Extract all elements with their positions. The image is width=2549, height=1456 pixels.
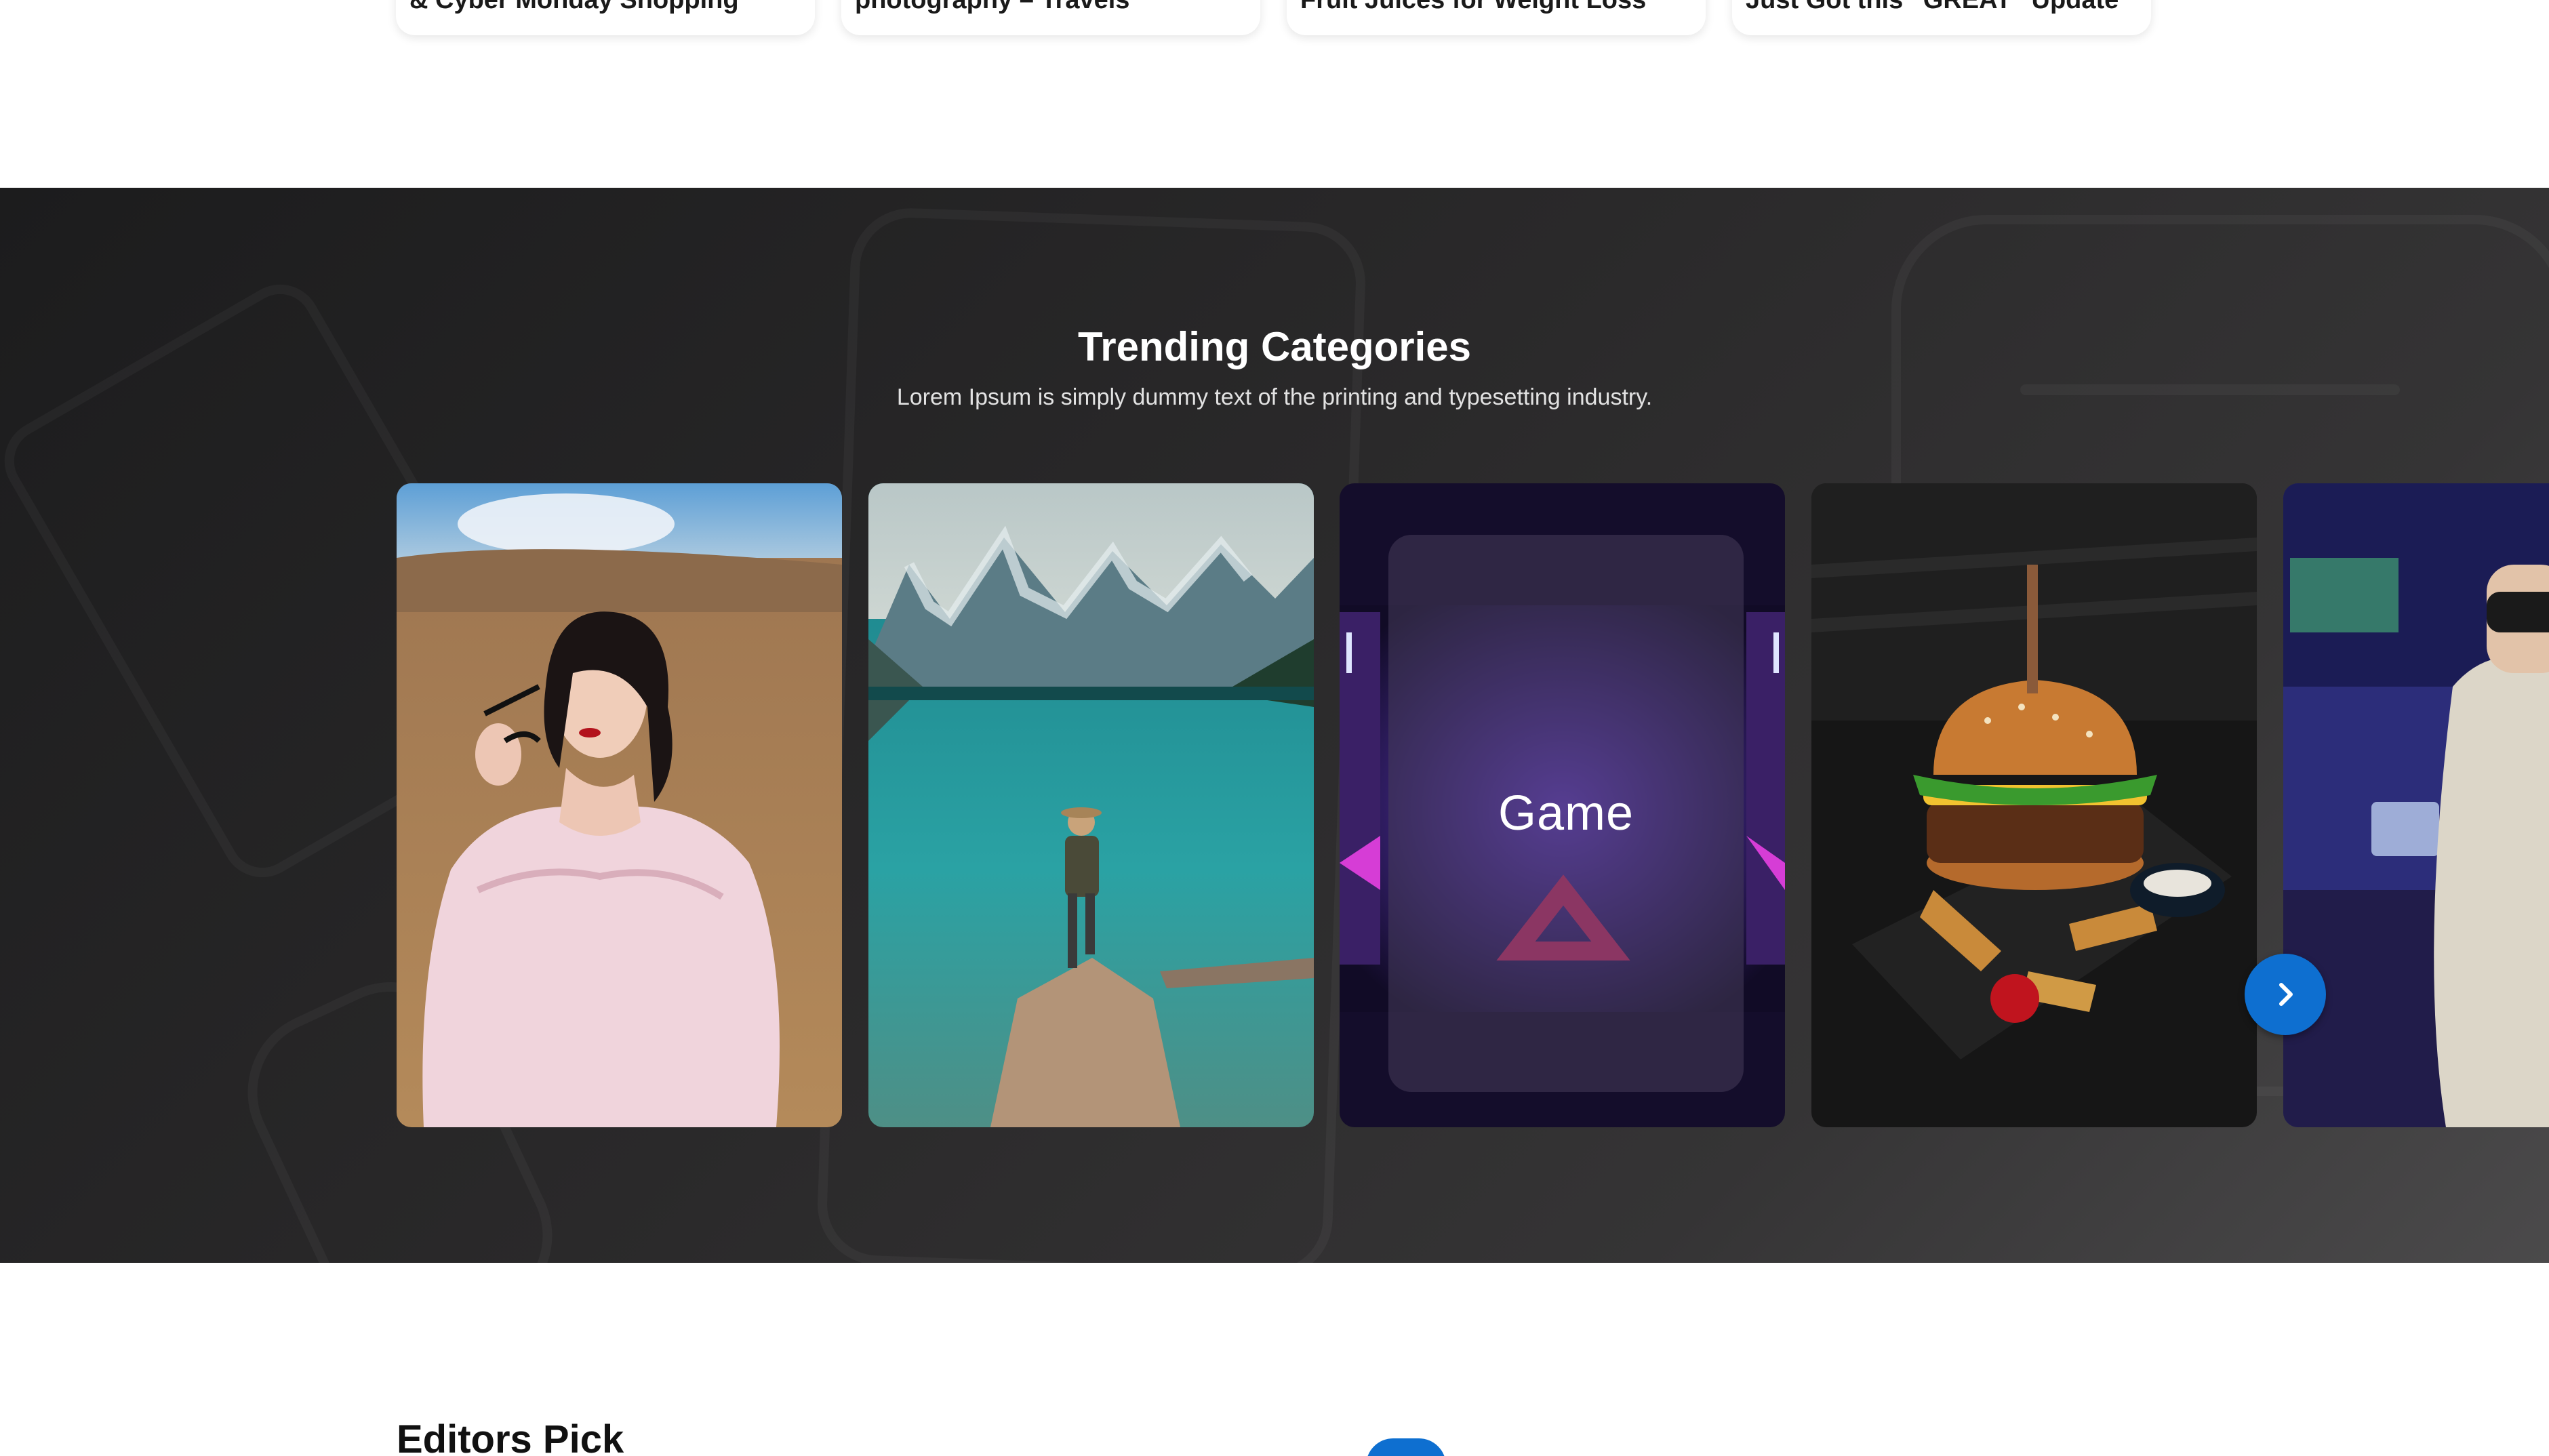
- fashion-image: [397, 483, 842, 1127]
- blog-card-title[interactable]: photography – Travels: [855, 0, 1129, 15]
- section-subtitle: Lorem Ipsum is simply dummy text of the …: [896, 384, 1653, 410]
- carousel-next-button[interactable]: [2245, 954, 2326, 1035]
- blog-card[interactable]: photography – Travels: [841, 0, 1260, 35]
- blog-card[interactable]: Fruit Juices for Weight Loss: [1287, 0, 1706, 35]
- travel-image: [868, 483, 1314, 1127]
- chevron-right-icon: [2279, 983, 2293, 1006]
- blog-card-title[interactable]: Fruit Juices for Weight Loss: [1300, 0, 1646, 15]
- blog-card-title[interactable]: & Cyber Monday Shopping: [409, 0, 739, 15]
- category-card-game[interactable]: Game: [1340, 483, 1785, 1127]
- page: & Cyber Monday Shopping photography – Tr…: [0, 0, 2549, 1456]
- category-card-fashion[interactable]: [397, 483, 842, 1127]
- blog-card-title[interactable]: Just Got this “GREAT” Update: [1746, 0, 2119, 15]
- category-card-gaming-lifestyle[interactable]: [2283, 483, 2549, 1127]
- category-label[interactable]: Game: [1498, 786, 1634, 841]
- category-hover-overlay[interactable]: Game: [1388, 535, 1744, 1092]
- category-card-travel[interactable]: [868, 483, 1314, 1127]
- blog-card[interactable]: & Cyber Monday Shopping: [396, 0, 815, 35]
- food-image: [1811, 483, 2257, 1127]
- blog-card[interactable]: Just Got this “GREAT” Update: [1732, 0, 2151, 35]
- trending-categories-section: Trending Categories Lorem Ipsum is simpl…: [0, 188, 2549, 1263]
- blog-cards-row: & Cyber Monday Shopping photography – Tr…: [0, 0, 2549, 38]
- category-card-food[interactable]: [1811, 483, 2257, 1127]
- gamer-image: [2283, 483, 2549, 1127]
- section-title: Trending Categories: [1077, 324, 1472, 369]
- editors-pick-title: Editors Pick: [397, 1417, 624, 1456]
- category-carousel: Game: [0, 483, 2549, 1127]
- editors-pick-tab-button[interactable]: [1366, 1438, 1446, 1456]
